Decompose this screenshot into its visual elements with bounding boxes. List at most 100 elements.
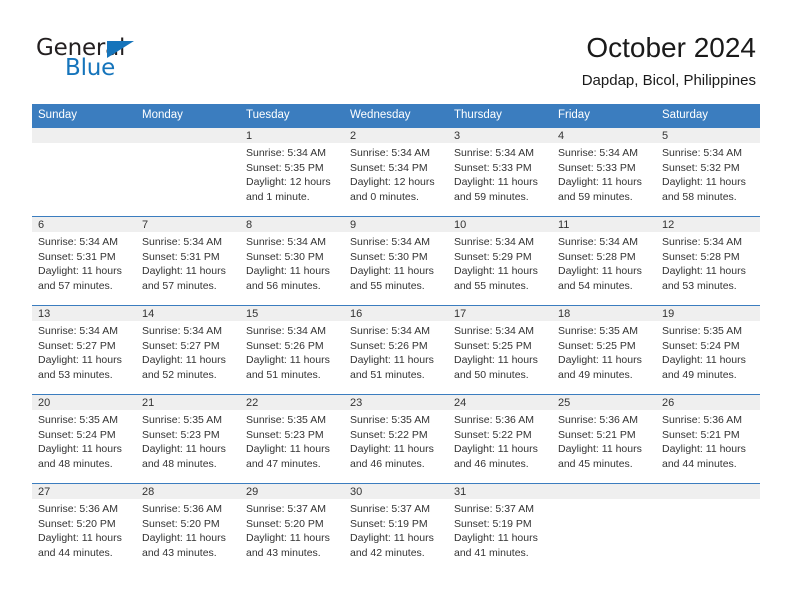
calendar-day-cell[interactable]: 19 Sunrise: 5:35 AM Sunset: 5:24 PM Dayligh… xyxy=(656,305,760,395)
sunrise-time: Sunrise: 5:35 AM xyxy=(350,414,430,426)
day-details: Sunrise: 5:35 AM Sunset: 5:23 PM Daylight:… xyxy=(136,410,240,471)
calendar-day-cell[interactable]: 2 Sunrise: 5:34 AM Sunset: 5:34 PM Daylight… xyxy=(344,127,448,217)
sunset-time: Sunset: 5:22 PM xyxy=(350,428,428,441)
calendar-day-cell[interactable]: 10 Sunrise: 5:34 AM Sunset: 5:29 PM Dayligh… xyxy=(448,216,552,306)
day-number: 29 xyxy=(240,484,344,499)
sunset-time: Sunset: 5:27 PM xyxy=(38,339,116,352)
day-number: 17 xyxy=(448,306,552,321)
calendar-day-cell[interactable]: 20 Sunrise: 5:35 AM Sunset: 5:24 PM Dayligh… xyxy=(32,394,136,484)
day-details: Sunrise: 5:36 AM Sunset: 5:20 PM Daylight:… xyxy=(32,499,136,560)
calendar-day-cell[interactable]: 24 Sunrise: 5:36 AM Sunset: 5:22 PM Dayligh… xyxy=(448,394,552,484)
calendar-day-cell[interactable]: 23 Sunrise: 5:35 AM Sunset: 5:22 PM Dayligh… xyxy=(344,394,448,484)
sunrise-time: Sunrise: 5:34 AM xyxy=(142,236,222,248)
calendar-day-cell[interactable]: 31 Sunrise: 5:37 AM Sunset: 5:19 PM Dayligh… xyxy=(448,483,552,573)
calendar-day-cell[interactable]: 11 Sunrise: 5:34 AM Sunset: 5:28 PM Dayligh… xyxy=(552,216,656,306)
sunset-time: Sunset: 5:31 PM xyxy=(142,250,220,263)
sunset-time: Sunset: 5:21 PM xyxy=(558,428,636,441)
calendar-day-cell[interactable]: 21 Sunrise: 5:35 AM Sunset: 5:23 PM Dayligh… xyxy=(136,394,240,484)
calendar-day-cell[interactable]: 22 Sunrise: 5:35 AM Sunset: 5:23 PM Dayligh… xyxy=(240,394,344,484)
calendar-day-cell-empty xyxy=(32,127,136,217)
calendar-day-cell[interactable]: 5 Sunrise: 5:34 AM Sunset: 5:32 PM Daylight… xyxy=(656,127,760,217)
calendar-day-cell[interactable]: 17 Sunrise: 5:34 AM Sunset: 5:25 PM Dayligh… xyxy=(448,305,552,395)
calendar-day-cell[interactable]: 30 Sunrise: 5:37 AM Sunset: 5:19 PM Dayligh… xyxy=(344,483,448,573)
weekday-header-saturday: Saturday xyxy=(656,104,760,128)
day-number: 4 xyxy=(552,128,656,143)
calendar-day-cell[interactable]: 26 Sunrise: 5:36 AM Sunset: 5:21 PM Dayligh… xyxy=(656,394,760,484)
daylight-duration-line2: and 56 minutes. xyxy=(246,279,321,292)
sunset-time: Sunset: 5:35 PM xyxy=(246,161,324,174)
daylight-duration-line2: and 45 minutes. xyxy=(558,457,633,470)
calendar-week-row: 13 Sunrise: 5:34 AM Sunset: 5:27 PM Dayligh… xyxy=(32,305,760,395)
daylight-duration-line1: Daylight: 11 hours xyxy=(558,443,642,456)
calendar-day-cell[interactable]: 6 Sunrise: 5:34 AM Sunset: 5:31 PM Daylight… xyxy=(32,216,136,306)
calendar-day-cell[interactable]: 29 Sunrise: 5:37 AM Sunset: 5:20 PM Dayligh… xyxy=(240,483,344,573)
weekday-header-sunday: Sunday xyxy=(32,104,136,128)
sunrise-time: Sunrise: 5:34 AM xyxy=(558,236,638,248)
daylight-duration-line1: Daylight: 11 hours xyxy=(38,443,122,456)
day-number: 25 xyxy=(552,395,656,410)
calendar-day-cell[interactable]: 27 Sunrise: 5:36 AM Sunset: 5:20 PM Dayligh… xyxy=(32,483,136,573)
calendar-day-cell[interactable]: 13 Sunrise: 5:34 AM Sunset: 5:27 PM Dayligh… xyxy=(32,305,136,395)
calendar-day-cell[interactable]: 8 Sunrise: 5:34 AM Sunset: 5:30 PM Daylight… xyxy=(240,216,344,306)
day-number: 16 xyxy=(344,306,448,321)
calendar-day-cell-empty xyxy=(136,127,240,217)
day-number: 14 xyxy=(136,306,240,321)
sunrise-time: Sunrise: 5:34 AM xyxy=(350,147,430,159)
weekday-header-monday: Monday xyxy=(136,104,240,128)
day-details: Sunrise: 5:34 AM Sunset: 5:33 PM Daylight:… xyxy=(552,143,656,204)
sunset-time: Sunset: 5:32 PM xyxy=(662,161,740,174)
calendar-day-cell[interactable]: 1 Sunrise: 5:34 AM Sunset: 5:35 PM Daylight… xyxy=(240,127,344,217)
sunrise-time: Sunrise: 5:34 AM xyxy=(662,147,742,159)
sunset-time: Sunset: 5:21 PM xyxy=(662,428,740,441)
day-number: 2 xyxy=(344,128,448,143)
day-details: Sunrise: 5:35 AM Sunset: 5:24 PM Daylight:… xyxy=(656,321,760,382)
calendar-day-cell[interactable]: 18 Sunrise: 5:35 AM Sunset: 5:25 PM Dayligh… xyxy=(552,305,656,395)
sunset-time: Sunset: 5:33 PM xyxy=(454,161,532,174)
sunrise-time: Sunrise: 5:34 AM xyxy=(662,236,742,248)
sunset-time: Sunset: 5:28 PM xyxy=(662,250,740,263)
day-number: 9 xyxy=(344,217,448,232)
calendar-day-cell[interactable]: 4 Sunrise: 5:34 AM Sunset: 5:33 PM Daylight… xyxy=(552,127,656,217)
daylight-duration-line1: Daylight: 11 hours xyxy=(558,176,642,189)
calendar-day-cell[interactable]: 9 Sunrise: 5:34 AM Sunset: 5:30 PM Daylight… xyxy=(344,216,448,306)
sunrise-time: Sunrise: 5:36 AM xyxy=(38,503,118,515)
daylight-duration-line1: Daylight: 11 hours xyxy=(662,354,746,367)
day-details: Sunrise: 5:36 AM Sunset: 5:22 PM Daylight:… xyxy=(448,410,552,471)
day-details: Sunrise: 5:34 AM Sunset: 5:29 PM Daylight:… xyxy=(448,232,552,293)
calendar-day-cell[interactable]: 28 Sunrise: 5:36 AM Sunset: 5:20 PM Dayligh… xyxy=(136,483,240,573)
daylight-duration-line2: and 50 minutes. xyxy=(454,368,529,381)
sunset-time: Sunset: 5:23 PM xyxy=(246,428,324,441)
day-details: Sunrise: 5:37 AM Sunset: 5:20 PM Daylight:… xyxy=(240,499,344,560)
day-details: Sunrise: 5:35 AM Sunset: 5:22 PM Daylight:… xyxy=(344,410,448,471)
calendar-day-cell[interactable]: 14 Sunrise: 5:34 AM Sunset: 5:27 PM Dayligh… xyxy=(136,305,240,395)
daylight-duration-line1: Daylight: 11 hours xyxy=(662,176,746,189)
calendar-day-cell[interactable]: 25 Sunrise: 5:36 AM Sunset: 5:21 PM Dayligh… xyxy=(552,394,656,484)
calendar-day-cell[interactable]: 12 Sunrise: 5:34 AM Sunset: 5:28 PM Dayligh… xyxy=(656,216,760,306)
weekday-header-friday: Friday xyxy=(552,104,656,128)
calendar-day-cell[interactable]: 16 Sunrise: 5:34 AM Sunset: 5:26 PM Dayligh… xyxy=(344,305,448,395)
day-details: Sunrise: 5:34 AM Sunset: 5:27 PM Daylight:… xyxy=(136,321,240,382)
weekday-header-thursday: Thursday xyxy=(448,104,552,128)
day-number: 31 xyxy=(448,484,552,499)
calendar-body: 1 Sunrise: 5:34 AM Sunset: 5:35 PM Daylight… xyxy=(32,127,760,573)
calendar-day-cell[interactable]: 7 Sunrise: 5:34 AM Sunset: 5:31 PM Daylight… xyxy=(136,216,240,306)
daylight-duration-line2: and 51 minutes. xyxy=(246,368,321,381)
daylight-duration-line2: and 44 minutes. xyxy=(662,457,737,470)
sunrise-time: Sunrise: 5:35 AM xyxy=(558,325,638,337)
sunset-time: Sunset: 5:28 PM xyxy=(558,250,636,263)
day-number: 13 xyxy=(32,306,136,321)
daylight-duration-line1: Daylight: 11 hours xyxy=(350,532,434,545)
sunset-time: Sunset: 5:20 PM xyxy=(142,517,220,530)
day-details: Sunrise: 5:36 AM Sunset: 5:21 PM Daylight:… xyxy=(656,410,760,471)
sunset-time: Sunset: 5:19 PM xyxy=(350,517,428,530)
calendar-day-cell[interactable]: 15 Sunrise: 5:34 AM Sunset: 5:26 PM Dayligh… xyxy=(240,305,344,395)
calendar-week-row: 1 Sunrise: 5:34 AM Sunset: 5:35 PM Daylight… xyxy=(32,127,760,217)
calendar-day-cell[interactable]: 3 Sunrise: 5:34 AM Sunset: 5:33 PM Daylight… xyxy=(448,127,552,217)
sunset-time: Sunset: 5:20 PM xyxy=(246,517,324,530)
daylight-duration-line1: Daylight: 11 hours xyxy=(38,532,122,545)
day-details: Sunrise: 5:36 AM Sunset: 5:21 PM Daylight:… xyxy=(552,410,656,471)
sunrise-time: Sunrise: 5:34 AM xyxy=(246,236,326,248)
day-details: Sunrise: 5:34 AM Sunset: 5:30 PM Daylight:… xyxy=(240,232,344,293)
sunset-time: Sunset: 5:25 PM xyxy=(454,339,532,352)
day-details: Sunrise: 5:34 AM Sunset: 5:26 PM Daylight:… xyxy=(240,321,344,382)
